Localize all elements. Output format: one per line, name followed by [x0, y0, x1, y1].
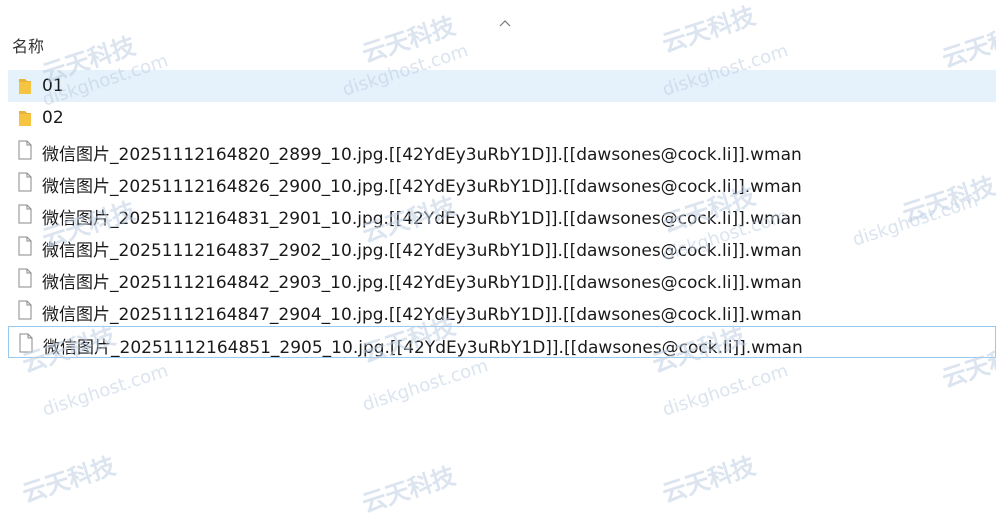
file-item[interactable]: 微信图片_20251112164842_2903_10.jpg.[[42YdEy…: [8, 262, 996, 294]
file-name: 01: [42, 76, 64, 96]
column-header-label: 名称: [12, 37, 45, 56]
watermark-url: diskghost.com: [359, 355, 491, 416]
file-icon: [16, 268, 34, 288]
top-edge: [0, 0, 996, 14]
file-icon: [16, 204, 34, 224]
watermark-logo: 云天科技: [358, 461, 459, 519]
file-name: 微信图片_20251112164837_2902_10.jpg.[[42YdEy…: [42, 241, 802, 261]
watermark-url: diskghost.com: [659, 360, 791, 421]
file-item[interactable]: 微信图片_20251112164851_2905_10.jpg.[[42YdEy…: [8, 326, 996, 358]
folder-icon: [16, 76, 34, 96]
file-name: 微信图片_20251112164847_2904_10.jpg.[[42YdEy…: [42, 305, 802, 325]
file-icon: [16, 140, 34, 160]
folder-item[interactable]: 02: [8, 102, 996, 134]
file-item[interactable]: 微信图片_20251112164820_2899_10.jpg.[[42YdEy…: [8, 134, 996, 166]
file-item[interactable]: 微信图片_20251112164826_2900_10.jpg.[[42YdEy…: [8, 166, 996, 198]
folder-icon: [16, 108, 34, 128]
file-icon: [16, 172, 34, 192]
file-name: 微信图片_20251112164831_2901_10.jpg.[[42YdEy…: [42, 209, 802, 229]
file-name: 微信图片_20251112164842_2903_10.jpg.[[42YdEy…: [42, 273, 802, 293]
file-name: 微信图片_20251112164820_2899_10.jpg.[[42YdEy…: [42, 145, 802, 165]
file-item[interactable]: 微信图片_20251112164837_2902_10.jpg.[[42YdEy…: [8, 230, 996, 262]
file-icon: [16, 300, 34, 320]
watermark-logo: 云天科技: [18, 451, 119, 509]
file-name: 微信图片_20251112164851_2905_10.jpg.[[42YdEy…: [43, 338, 803, 358]
folder-item[interactable]: 01: [8, 70, 996, 102]
file-item[interactable]: 微信图片_20251112164847_2904_10.jpg.[[42YdEy…: [8, 294, 996, 326]
file-name: 微信图片_20251112164826_2900_10.jpg.[[42YdEy…: [42, 177, 802, 197]
file-icon: [17, 333, 35, 353]
file-name: 02: [42, 108, 64, 128]
watermark-url: diskghost.com: [39, 360, 171, 421]
watermark-logo: 云天科技: [658, 451, 759, 509]
column-header-name[interactable]: 名称: [0, 30, 996, 56]
chevron-up-icon[interactable]: [498, 18, 512, 28]
file-icon: [16, 236, 34, 256]
file-item[interactable]: 微信图片_20251112164831_2901_10.jpg.[[42YdEy…: [8, 198, 996, 230]
